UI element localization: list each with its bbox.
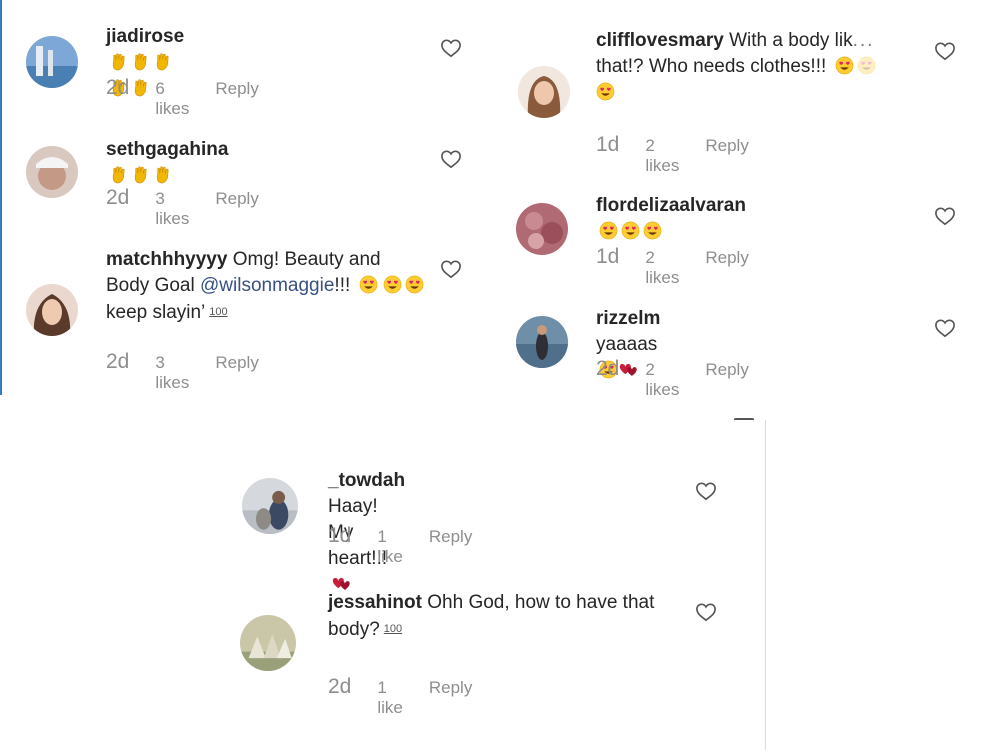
like-count[interactable]: 2 likes [645,360,679,400]
like-count[interactable]: 1 like [377,678,403,718]
raised-hand-icon [131,52,150,71]
raised-hand-icon [153,165,172,184]
like-heart-icon[interactable] [934,206,956,226]
timestamp[interactable]: 2d [596,357,619,381]
like-count[interactable]: 1 like [377,527,403,567]
like-heart-icon[interactable] [934,41,956,61]
like-count[interactable]: 2 likes [645,136,679,176]
avatar[interactable] [518,66,570,118]
heart-eyes-emoji-icon [599,221,618,240]
username-link[interactable]: jiadirose [106,26,184,47]
timestamp[interactable]: 1d [596,245,619,269]
comment-meta: 2d 3 likes Reply [106,350,259,393]
panel-edge [0,0,2,395]
timestamp[interactable]: 2d [328,675,351,699]
reply-button[interactable]: Reply [705,360,748,380]
comment-meta: 2d 3 likes Reply [106,186,259,229]
comment-text: jessahinot Ohh God, how to have that bod… [328,590,678,643]
timestamp[interactable]: 1d [328,524,351,548]
reply-button[interactable]: Reply [215,353,258,373]
hundred-emoji-icon: 100 [209,306,228,318]
heart-eyes-emoji-icon [835,56,854,75]
username-link[interactable]: flordelizaalvaran [596,195,746,216]
username-link[interactable]: sethgagahina [106,139,228,160]
heart-eyes-emoji-icon [857,56,876,75]
raised-hand-icon [109,165,128,184]
reply-button[interactable]: Reply [215,189,258,209]
username-link[interactable]: matchhhyyyy [106,249,227,270]
like-count[interactable]: 3 likes [155,353,189,393]
like-count[interactable]: 3 likes [155,189,189,229]
comment-meta: 2d 6 likes Reply [106,76,259,119]
like-heart-icon[interactable] [934,318,956,338]
comment-text: clifflovesmary With a body lik... that!?… [596,28,926,106]
comment-meta: 1d 2 likes Reply [596,133,749,176]
avatar[interactable] [26,146,78,198]
like-heart-icon[interactable] [695,481,717,501]
reply-button[interactable]: Reply [429,527,472,547]
heart-eyes-emoji-icon [621,221,640,240]
reply-button[interactable]: Reply [215,79,258,99]
username-link[interactable]: jessahinot [328,592,422,613]
raised-hand-icon [153,52,172,71]
hundred-emoji-icon: 100 [383,623,403,635]
like-heart-icon[interactable] [440,149,462,169]
comments-panel-right: clifflovesmary With a body lik... that!?… [494,0,1000,399]
comment-text: flordelizaalvaran [596,193,746,245]
timestamp[interactable]: 1d [596,133,619,157]
comment-body: With a body lik [729,30,853,51]
avatar[interactable] [516,203,568,255]
timestamp[interactable]: 2d [106,350,129,374]
username-link[interactable]: _towdah [328,470,405,491]
comment-meta: 1d 2 likes Reply [596,245,749,288]
raised-hand-icon [109,52,128,71]
comment-text: matchhhyyyy Omg! Beauty and Body Goal @w… [106,247,426,326]
heart-eyes-emoji-icon [596,82,615,101]
reply-button[interactable]: Reply [429,678,472,698]
reply-button[interactable]: Reply [705,248,748,268]
like-count[interactable]: 6 likes [155,79,189,119]
comment-meta: 2d 2 likes Reply [596,357,749,400]
username-link[interactable]: rizzelm [596,308,660,329]
timestamp[interactable]: 2d [106,76,129,100]
avatar[interactable] [26,284,78,336]
avatar[interactable] [516,316,568,368]
like-count[interactable]: 2 likes [645,248,679,288]
comment-body: keep slayin’ [106,302,206,323]
timestamp[interactable]: 2d [106,186,129,210]
reply-button[interactable]: Reply [705,136,748,156]
mention-link[interactable]: @wilsonmaggie [200,275,334,296]
comment-body: !!! [334,275,351,296]
username-link[interactable]: clifflovesmary [596,30,724,51]
heart-eyes-emoji-icon [643,221,662,240]
heart-eyes-emoji-icon [383,275,402,294]
like-heart-icon[interactable] [440,259,462,279]
comment-meta: 2d 1 like Reply [328,675,472,718]
comment-text: sethgagahina [106,137,228,189]
comments-panel-bottom: _towdah Haay! My heart!!! 1d 1 like Repl… [222,420,766,750]
comment-body: that!? Who needs clothes!!! [596,56,827,77]
comment-meta: 1d 1 like Reply [328,524,472,567]
heart-eyes-emoji-icon [405,275,424,294]
more-ellipsis[interactable]: ... [853,30,875,51]
like-heart-icon[interactable] [440,38,462,58]
avatar[interactable] [26,36,78,88]
raised-hand-icon [131,165,150,184]
heart-eyes-emoji-icon [359,275,378,294]
avatar[interactable] [240,615,296,671]
comments-panel-left: jiadirose 2d 6 likes Reply sethgagahina … [0,0,494,395]
like-heart-icon[interactable] [695,602,717,622]
comment-body: yaaaas [596,334,658,355]
avatar[interactable] [242,478,298,534]
